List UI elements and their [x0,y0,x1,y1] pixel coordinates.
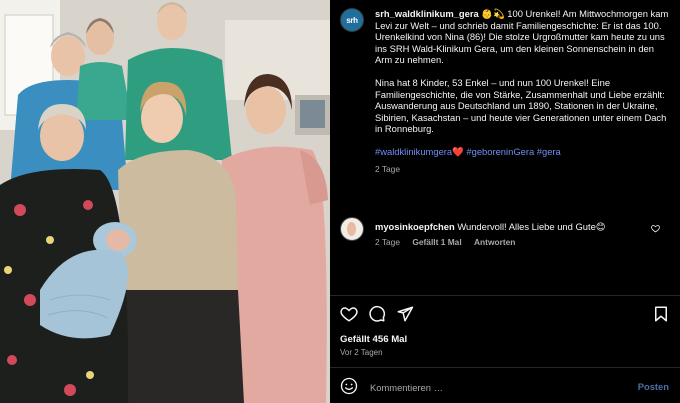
comment-text: Wundervoll! Alles Liebe und Gute😊 [457,221,606,232]
hashtags[interactable]: #waldklinikumgera❤️ #geboreninGera #gera [375,146,671,158]
comment-icon[interactable] [368,305,386,323]
comment-meta: 2 Tage Gefällt 1 Mal Antworten [375,237,525,247]
reply-button[interactable]: Antworten [474,237,515,247]
action-bar [340,305,670,325]
account-avatar[interactable]: srh [340,8,364,32]
post-age: 2 Tage [375,163,400,174]
smiley-icon[interactable] [340,377,358,395]
comment-item: myosinkoepfchen Wundervoll! Alles Liebe … [340,217,670,257]
share-icon[interactable] [396,305,414,323]
comment-likes[interactable]: Gefällt 1 Mal [412,237,461,247]
comment-age: 2 Tage [375,237,400,247]
commenter-avatar[interactable] [340,217,364,241]
post-panel: srh srh_waldklinikum_gera 👶💫 100 Urenkel… [330,0,680,403]
post-photo [0,0,330,403]
divider [330,367,680,368]
comment-heart-icon[interactable] [651,224,660,233]
comment-composer: Posten [340,375,670,398]
post-username[interactable]: srh_waldklinikum_gera [375,8,479,19]
divider [330,295,680,296]
caption-paragraph-2: Nina hat 8 Kinder, 53 Enkel – und nun 10… [375,76,667,135]
caption-paragraph-1: srh_waldklinikum_gera 👶💫 100 Urenkel! Am… [375,8,671,66]
post-timestamp: Vor 2 Tagen [340,348,383,357]
post-comment-button[interactable]: Posten [638,381,669,392]
post-caption: srh_waldklinikum_gera 👶💫 100 Urenkel! Am… [375,8,671,175]
photo-illustration [0,0,330,403]
commenter-username[interactable]: myosinkoepfchen [375,221,455,232]
comment-input[interactable] [368,376,622,398]
bookmark-icon[interactable] [652,305,670,323]
heart-icon[interactable] [340,305,358,323]
like-count[interactable]: Gefällt 456 Mal [340,334,407,345]
comment-body: myosinkoepfchen Wundervoll! Alles Liebe … [375,221,655,233]
